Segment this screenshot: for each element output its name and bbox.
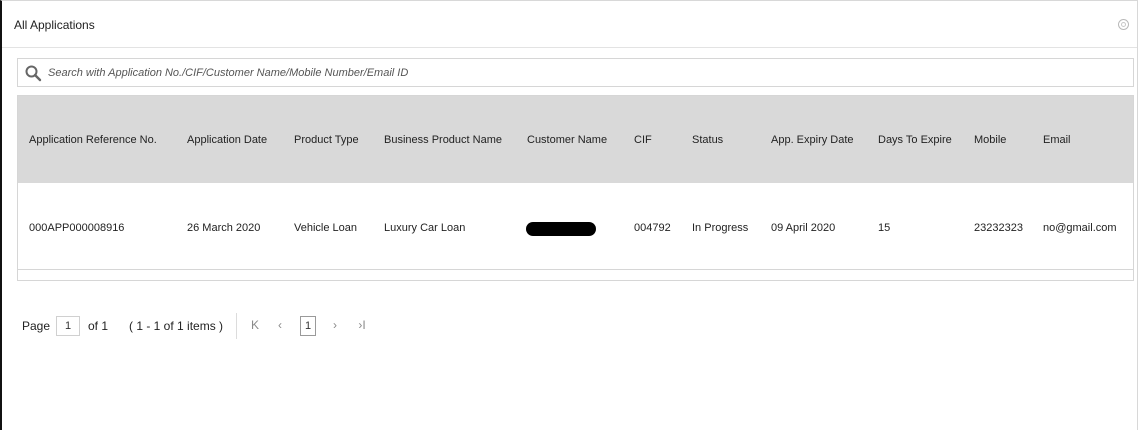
search-input[interactable]	[48, 63, 1108, 83]
panel-title: All Applications	[14, 18, 95, 32]
settings-icon[interactable]	[1118, 19, 1129, 30]
items-count-label: ( 1 - 1 of 1 items )	[129, 319, 224, 333]
next-page-icon[interactable]: ›	[328, 318, 342, 334]
column-header-product-type[interactable]: Product Type	[294, 134, 359, 146]
cell-email: no@gmail.com	[1043, 222, 1117, 234]
applications-table: Application Reference No. Application Da…	[17, 95, 1134, 281]
column-header-email[interactable]: Email	[1043, 134, 1071, 146]
last-page-icon[interactable]: ›I	[355, 318, 369, 334]
table-header: Application Reference No. Application Da…	[18, 96, 1133, 183]
column-header-cif[interactable]: CIF	[634, 134, 652, 146]
column-header-application-date[interactable]: Application Date	[187, 134, 267, 146]
column-header-customer-name[interactable]: Customer Name	[527, 134, 607, 146]
search-box[interactable]	[17, 58, 1134, 87]
page-label: Page	[22, 319, 51, 333]
cell-application-reference[interactable]: 000APP000008916	[29, 222, 124, 234]
column-header-app-expiry-date[interactable]: App. Expiry Date	[771, 134, 854, 146]
cell-cif: 004792	[634, 222, 671, 234]
header-divider	[2, 47, 1137, 48]
cell-app-expiry-date: 09 April 2020	[771, 222, 836, 234]
current-page-button[interactable]: 1	[300, 316, 316, 336]
cell-business-product-name: Luxury Car Loan	[384, 222, 466, 234]
first-page-icon[interactable]: K	[248, 318, 262, 334]
cell-application-date: 26 March 2020	[187, 222, 261, 234]
cell-status: In Progress	[692, 222, 749, 234]
cell-product-type: Vehicle Loan	[294, 222, 357, 234]
previous-page-icon[interactable]: ‹	[273, 318, 287, 334]
page-count-label: of 1	[88, 319, 109, 333]
cell-days-to-expire: 15	[878, 222, 891, 234]
all-applications-panel: All Applications Application Reference N…	[0, 0, 1138, 430]
table-row[interactable]: 000APP000008916 26 March 2020 Vehicle Lo…	[18, 183, 1133, 270]
column-header-days-to-expire[interactable]: Days To Expire	[878, 134, 952, 146]
redacted-customer-name	[526, 222, 596, 236]
pager-divider	[236, 313, 237, 339]
column-header-mobile[interactable]: Mobile	[974, 134, 1006, 146]
search-icon	[25, 65, 42, 82]
cell-mobile: 23232323	[974, 222, 1023, 234]
column-header-application-reference[interactable]: Application Reference No.	[29, 134, 157, 146]
column-header-business-product-name[interactable]: Business Product Name	[384, 134, 502, 146]
page-number-input[interactable]	[56, 316, 80, 336]
column-header-status[interactable]: Status	[692, 134, 723, 146]
